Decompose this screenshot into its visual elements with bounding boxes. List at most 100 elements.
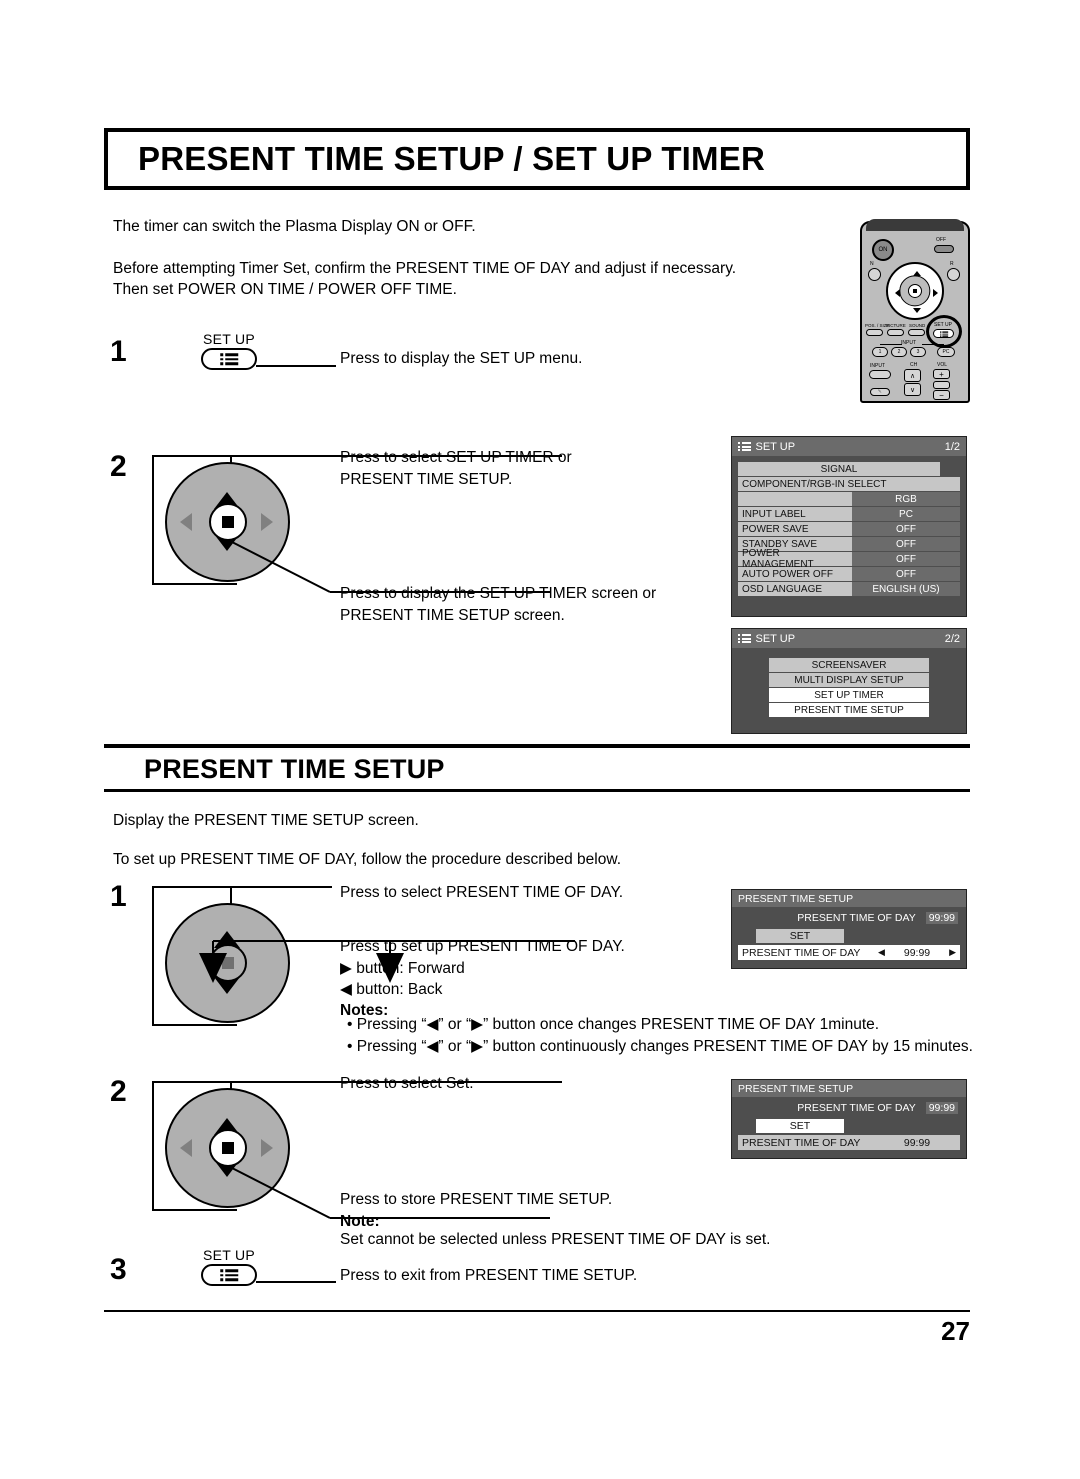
step-2-leader-left [152,455,154,585]
remote-vol-minus-button[interactable]: − [933,390,950,400]
step-3-instruction: Press to exit from PRESENT TIME SETUP. [340,1267,638,1284]
input-group-rule-left [880,344,902,345]
osd-item-set-up-timer[interactable]: SET UP TIMER [769,688,929,702]
osd-pts2-top-value: 99:99 [925,1102,958,1114]
osd-pts2-field-label: PRESENT TIME OF DAY [738,1135,874,1150]
remote-mute-button[interactable]: ␡ [870,388,890,396]
osd-row-power-save[interactable]: POWER SAVE OFF [738,522,960,536]
osd-row-value: ENGLISH (US) [852,582,960,596]
wheel-left-arrow-icon[interactable] [180,1139,192,1157]
menu-list-icon [220,1269,238,1281]
osd-row-input-label[interactable]: INPUT LABEL PC [738,507,960,521]
osd-row-label: INPUT LABEL [738,507,852,521]
step-1-set-up-key-label: SET UP [202,331,256,347]
remote-n-button[interactable] [868,268,881,281]
step-1-instruction: Press to display the SET UP menu. [340,350,583,367]
remote-off-button[interactable] [934,245,954,253]
osd-row-auto-power-off[interactable]: AUTO POWER OFF OFF [738,567,960,581]
menu-list-icon [220,353,238,365]
osd-row-value: OFF [852,537,960,551]
section-heading-block: PRESENT TIME SETUP [104,744,970,792]
section-line-1: Display the PRESENT TIME SETUP screen. [113,812,419,829]
osd-pts1-field-row[interactable]: PRESENT TIME OF DAY ◀ 99:99 ▶ [738,945,960,960]
step-number-2-bottom: 2 [110,1075,127,1108]
step-b2-instruction-b: Press to store PRESENT TIME SETUP. [340,1191,613,1208]
remote-input-3-button[interactable]: 3 [910,347,926,357]
step-1-leader-line [256,365,336,367]
step-3-set-up-key-label: SET UP [202,1247,256,1263]
right-arrow-icon[interactable]: ▶ [949,947,956,958]
osd-row-power-management[interactable]: POWER MANAGEMENT OFF [738,548,960,570]
step-b1-back-line: ◀ button: Back [340,981,443,998]
remote-input-btn-label: INPUT [870,363,885,369]
osd-setup-1-body: SIGNAL COMPONENT/RGB-IN SELECT RGB INPUT… [732,456,966,603]
remote-enter-button[interactable] [907,283,923,299]
osd-row-rgb-value[interactable]: RGB [738,492,960,506]
osd-pts1-field-label: PRESENT TIME OF DAY [738,945,874,960]
osd-row-osd-language[interactable]: OSD LANGUAGE ENGLISH (US) [738,582,960,596]
osd-pts2-field-value-container[interactable]: 99:99 [874,1135,960,1150]
osd-item-screensaver[interactable]: SCREENSAVER [769,658,929,672]
step-b1-instruction-b: Press to set up PRESENT TIME OF DAY. [340,938,625,955]
osd-pts2-field-row[interactable]: PRESENT TIME OF DAY 99:99 [738,1135,960,1150]
remote-r-label: R [950,261,954,267]
wheel-left-arrow-icon[interactable] [180,513,192,531]
remote-on-button[interactable]: ON [872,239,894,261]
osd-row-label: COMPONENT/RGB-IN SELECT [738,477,960,491]
osd-present-time-setup-2: PRESENT TIME SETUP PRESENT TIME OF DAY 9… [731,1079,967,1159]
osd-pts1-set-button[interactable]: SET [756,929,844,943]
remote-input-1-button[interactable]: 1 [872,347,888,357]
step-b1-note-2: • Pressing “◀” or “▶” button continuousl… [347,1038,973,1055]
remote-picture-button[interactable] [887,329,904,336]
remote-vol-label: VOL [937,362,948,368]
osd-item-present-time-setup[interactable]: PRESENT TIME SETUP [769,703,929,717]
step-2-instruction-b-line-2: PRESENT TIME SETUP screen. [340,607,565,624]
osd-setup-2-titlebar: SET UP 2/2 [732,629,966,648]
left-arrow-icon[interactable]: ◀ [878,947,885,958]
step-b1-instruction-a: Press to select PRESENT TIME OF DAY. [340,884,624,901]
step-b2-instruction-a: Press to select Set. [340,1075,474,1092]
wheel-right-arrow-icon[interactable] [261,513,273,531]
osd-pts1-field-value: 99:99 [903,946,931,959]
step-3-set-up-key-body[interactable] [201,1264,257,1286]
remote-off-label: OFF [936,237,946,243]
remote-ch-down-button[interactable]: ∨ [904,383,921,396]
osd-pts2-set-button[interactable]: SET [756,1119,844,1133]
osd-row-label: OSD LANGUAGE [738,582,852,596]
step-b1-leader-top [152,886,332,888]
remote-navigation-ring[interactable] [886,262,944,320]
osd-setup-page-1: SET UP 1/2 SIGNAL COMPONENT/RGB-IN SELEC… [731,436,967,617]
step-number-3-bottom: 3 [110,1253,127,1286]
osd-pts1-field-value-container[interactable]: ◀ 99:99 ▶ [874,945,960,960]
step-3-set-up-key[interactable]: SET UP [196,1248,262,1286]
step-b1-forward-line: ▶ button: Forward [340,960,465,977]
remote-n-label: N [870,261,874,267]
remote-pos-size-button[interactable] [866,329,883,336]
remote-input-pc-button[interactable]: PC [937,347,955,357]
osd-row-signal[interactable]: SIGNAL [738,462,960,476]
osd-setup-2-body: SCREENSAVER MULTI DISPLAY SETUP SET UP T… [732,648,966,724]
remote-up-arrow-icon [913,271,921,276]
osd-setup-2-title: SET UP [755,632,796,645]
osd-pts2-top-label: PRESENT TIME OF DAY [797,1102,916,1114]
step-number-2-top: 2 [110,450,127,483]
step-1-set-up-key-body[interactable] [201,348,257,370]
wheel-right-arrow-icon[interactable] [261,1139,273,1157]
remote-vol-indicator [933,381,950,389]
step-2-instruction-a-line-2: PRESENT TIME SETUP. [340,471,513,488]
page-title-banner: PRESENT TIME SETUP / SET UP TIMER [104,128,970,190]
remote-r-button[interactable] [947,268,960,281]
remote-ch-up-button[interactable]: ∧ [904,369,921,382]
step-1-set-up-key[interactable]: SET UP [196,332,262,370]
osd-row-component-rgb-in-select[interactable]: COMPONENT/RGB-IN SELECT [738,477,960,491]
remote-sound-button[interactable] [908,329,925,336]
remote-down-arrow-icon [913,308,921,313]
input-group-rule-right [922,344,944,345]
section-heading: PRESENT TIME SETUP [144,754,445,784]
remote-input-2-button[interactable]: 2 [891,347,907,357]
step-2-instruction-a-line-1: Press to select SET UP TIMER or [340,449,572,466]
page-title: PRESENT TIME SETUP / SET UP TIMER [138,140,765,177]
remote-input-button[interactable] [869,370,891,379]
osd-item-multi-display-setup[interactable]: MULTI DISPLAY SETUP [769,673,929,687]
remote-vol-plus-button[interactable]: + [933,369,950,379]
